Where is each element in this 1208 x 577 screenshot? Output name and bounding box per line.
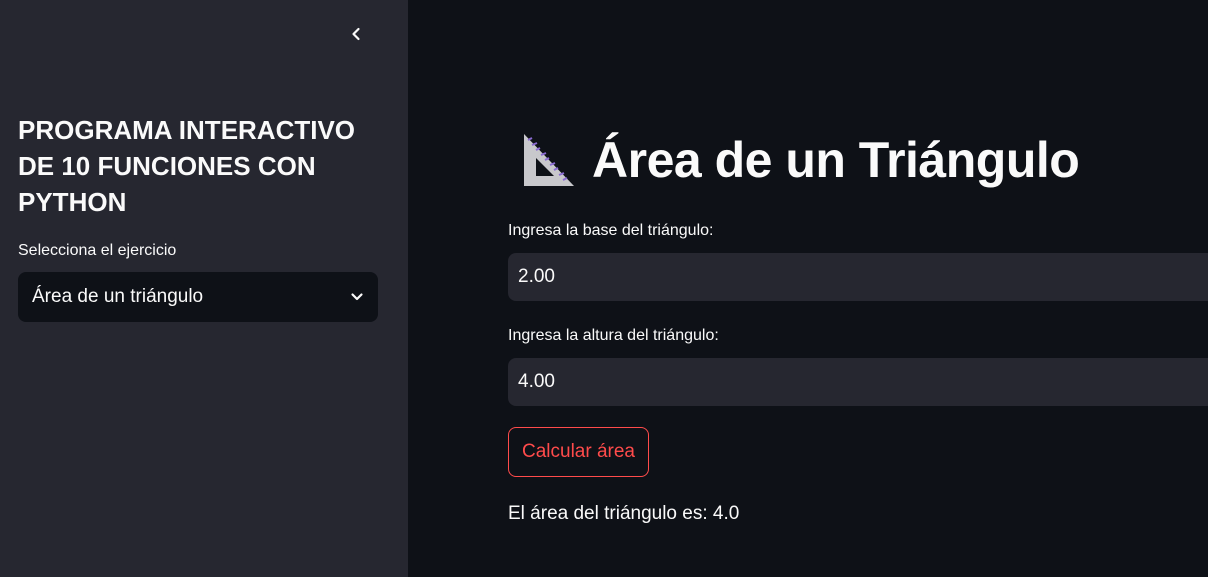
page-title: Área de un Triángulo bbox=[592, 132, 1080, 188]
result-text: El área del triángulo es: 4.0 bbox=[508, 503, 740, 524]
app-window: PROGRAMA INTERACTIVO DE 10 FUNCIONES CON… bbox=[0, 0, 1208, 577]
height-label: Ingresa la altura del triángulo: bbox=[508, 327, 719, 344]
main-content: Área de un Triángulo Ingresa la base del… bbox=[408, 0, 1208, 577]
select-label: Selecciona el ejercicio bbox=[18, 242, 177, 259]
chevron-left-icon bbox=[352, 27, 360, 41]
calculate-area-button[interactable]: Calcular área bbox=[508, 427, 649, 477]
chevron-down-icon bbox=[351, 293, 363, 301]
sidebar-title: PROGRAMA INTERACTIVO DE 10 FUNCIONES CON… bbox=[18, 115, 356, 217]
collapse-sidebar-button[interactable] bbox=[340, 18, 372, 50]
base-input[interactable] bbox=[508, 253, 1208, 301]
page-heading: Área de un Triángulo bbox=[516, 130, 1080, 190]
select-value: Área de un triángulo bbox=[32, 286, 204, 307]
height-input[interactable] bbox=[508, 358, 1208, 406]
sidebar: PROGRAMA INTERACTIVO DE 10 FUNCIONES CON… bbox=[0, 0, 408, 577]
base-label: Ingresa la base del triángulo: bbox=[508, 222, 714, 239]
triangular-ruler-icon bbox=[524, 134, 574, 186]
exercise-select[interactable]: Área de un triángulo bbox=[18, 272, 378, 322]
